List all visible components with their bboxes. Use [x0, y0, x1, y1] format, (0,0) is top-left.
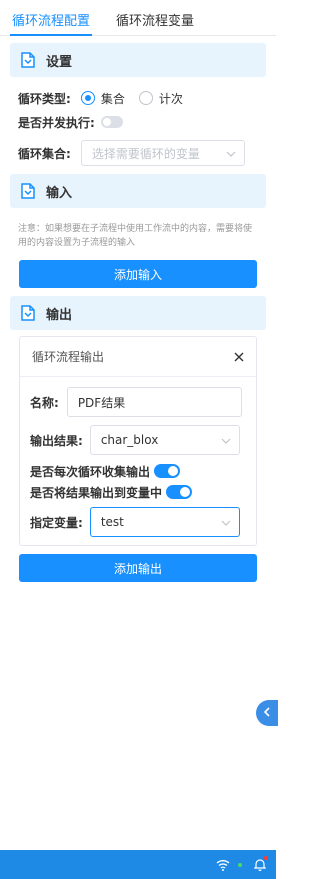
parallel-label: 是否并发执行:: [18, 115, 95, 130]
output-to-var-row: 是否将结果输出到变量中: [20, 484, 256, 500]
wifi-icon[interactable]: [216, 859, 230, 871]
output-to-var-label: 是否将结果输出到变量中: [30, 485, 163, 500]
tab-loop-variables[interactable]: 循环流程变量: [114, 10, 196, 35]
chevron-left-icon: [263, 706, 271, 720]
name-label: 名称:: [30, 395, 59, 410]
output-card-header: 循环流程输出: [20, 337, 256, 377]
target-var-label: 指定变量:: [30, 515, 83, 530]
radio-collection-label: 集合: [100, 91, 125, 106]
input-title: 输入: [46, 185, 73, 201]
settings-section-header: 设置: [10, 43, 266, 77]
collapse-panel-button[interactable]: [256, 700, 278, 726]
radio-count[interactable]: 计次: [138, 90, 183, 107]
close-icon[interactable]: [234, 347, 244, 366]
radio-collection[interactable]: 集合: [80, 90, 125, 107]
input-section-header: 输入: [10, 174, 266, 208]
tab-loop-config[interactable]: 循环流程配置: [10, 10, 93, 36]
output-card-title: 循环流程输出: [32, 350, 105, 364]
result-select[interactable]: char_blox: [89, 425, 240, 455]
target-var-value: test: [100, 515, 124, 529]
result-value: char_blox: [100, 433, 159, 447]
output-to-var-toggle[interactable]: [166, 485, 193, 499]
loop-type-label: 循环类型:: [18, 91, 71, 106]
notification-bell-icon[interactable]: [254, 856, 268, 871]
tab-bar: 循环流程配置 循环流程变量: [0, 0, 276, 36]
radio-count-label: 计次: [158, 91, 183, 106]
input-note: 注意：如果想要在子流程中使用工作流中的内容，需要将使用的内容设置为子流程的输入: [18, 224, 253, 248]
output-section-header: 输出: [10, 296, 266, 330]
radio-dot: [80, 91, 95, 105]
collection-select[interactable]: 选择需要循环的变量: [80, 140, 245, 166]
collect-each-toggle[interactable]: [154, 464, 181, 478]
target-var-select[interactable]: test: [89, 507, 240, 537]
result-row: 输出结果: char_blox: [20, 425, 256, 455]
result-label: 输出结果:: [30, 433, 83, 448]
loop-type-row: 循环类型: 集合 计次: [0, 89, 276, 107]
radio-dot: [138, 91, 153, 105]
settings-title: 设置: [46, 54, 73, 70]
collect-each-row: 是否每次循环收集输出: [20, 463, 256, 479]
collection-row: 循环集合: 选择需要循环的变量: [0, 140, 276, 166]
chevron-down-icon: [221, 433, 231, 447]
collection-label: 循环集合:: [18, 146, 71, 161]
output-card: 循环流程输出 名称: PDF结果 输出结果: char_blox 是否每次循环收…: [19, 336, 257, 546]
document-icon: [20, 183, 36, 199]
chevron-down-icon: [226, 146, 236, 160]
collection-placeholder: 选择需要循环的变量: [91, 146, 200, 161]
parallel-row: 是否并发执行:: [0, 113, 276, 131]
chevron-down-icon: [221, 515, 231, 529]
output-title: 输出: [46, 307, 73, 323]
name-row: 名称: PDF结果: [20, 387, 256, 417]
target-var-row: 指定变量: test: [20, 507, 256, 537]
add-output-button[interactable]: 添加输出: [19, 554, 257, 582]
name-input[interactable]: PDF结果: [66, 387, 242, 417]
toggle-knob: [168, 466, 179, 476]
toggle-knob: [102, 118, 111, 126]
collect-each-label: 是否每次循环收集输出: [30, 464, 151, 479]
toggle-knob: [180, 487, 191, 497]
document-icon: [20, 52, 36, 68]
parallel-toggle[interactable]: [100, 116, 123, 128]
status-dot-icon: [238, 862, 242, 867]
add-input-button[interactable]: 添加输入: [19, 260, 257, 288]
document-icon: [20, 305, 36, 321]
taskbar: [0, 850, 276, 879]
